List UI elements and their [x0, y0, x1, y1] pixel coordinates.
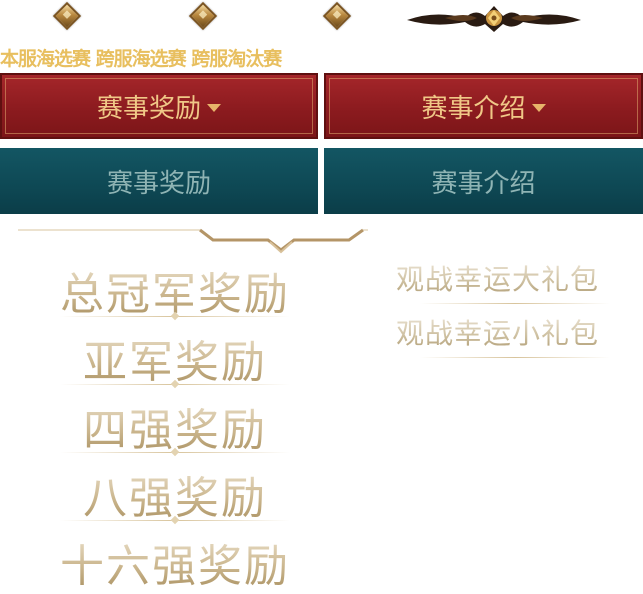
diamond-icon	[52, 1, 82, 31]
chevron-down-icon	[531, 104, 546, 112]
dropdown-connector-icon	[18, 228, 368, 254]
rewards-button-label: 赛事奖励	[96, 93, 201, 124]
tab-cross-qualifier[interactable]: 跨服海选赛	[96, 48, 187, 70]
ornament-crest-icon	[407, 6, 581, 32]
diamond-icon	[322, 1, 352, 31]
divider	[420, 303, 610, 304]
diamond-icon	[188, 1, 218, 31]
tab-cross-knockout[interactable]: 跨服淘汰赛	[191, 48, 282, 70]
divider	[420, 357, 610, 358]
rewards-button-label: 赛事奖励	[106, 168, 211, 199]
gift-small-lucky[interactable]: 观战幸运小礼包	[396, 312, 599, 352]
intro-button-label: 赛事介绍	[431, 168, 536, 199]
rewards-button[interactable]: 赛事奖励	[0, 148, 318, 214]
chevron-down-icon	[207, 104, 221, 112]
award-top-sixteen[interactable]: 十六强奖励	[20, 530, 330, 594]
intro-button-label: 赛事介绍	[421, 93, 526, 124]
intro-dropdown-button[interactable]: 赛事介绍	[324, 73, 643, 139]
match-type-tabs: 本服海选赛 跨服海选赛 跨服淘汰赛	[0, 44, 282, 70]
rewards-dropdown-button[interactable]: 赛事奖励	[0, 73, 318, 139]
intro-button[interactable]: 赛事介绍	[324, 148, 643, 214]
tab-local-qualifier[interactable]: 本服海选赛	[0, 48, 91, 70]
gift-big-lucky[interactable]: 观战幸运大礼包	[396, 258, 599, 298]
